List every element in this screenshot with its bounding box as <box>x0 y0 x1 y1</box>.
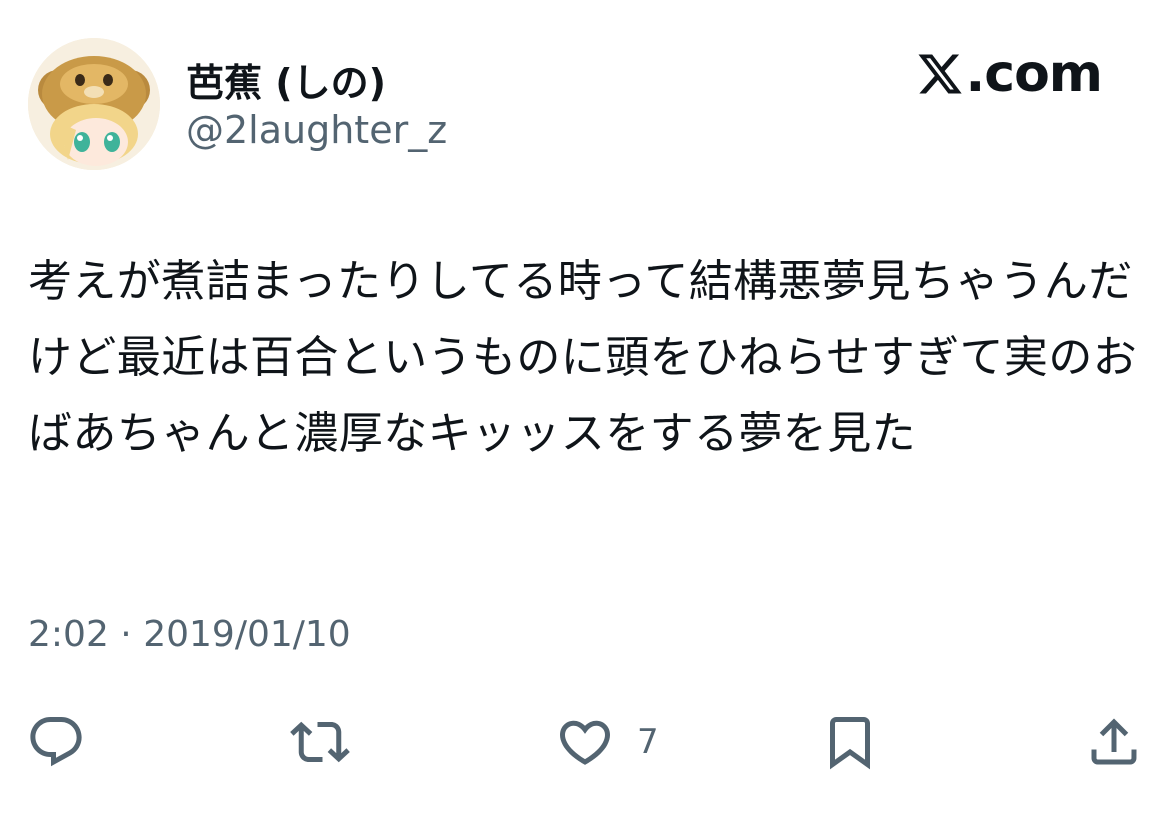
heart-icon <box>559 720 611 765</box>
bookmark-button[interactable] <box>820 712 880 772</box>
tweet-text: 考えが煮詰まったりしてる時って結構悪夢見ちゃうんだけど最近は百合というものに頭を… <box>28 256 1138 459</box>
reply-icon <box>30 717 82 767</box>
x-logo-icon <box>918 54 962 94</box>
tweet-timestamp[interactable]: 2:02 · 2019/01/10 <box>28 614 351 655</box>
reply-button[interactable] <box>26 712 86 772</box>
like-button[interactable]: 7 <box>555 712 659 772</box>
author-handle[interactable]: @2laughter_z <box>186 108 447 152</box>
share-icon <box>1091 718 1137 765</box>
share-button[interactable] <box>1084 712 1144 772</box>
retweet-icon <box>290 721 350 763</box>
avatar[interactable] <box>28 38 160 170</box>
retweet-button[interactable] <box>290 712 350 772</box>
tweet-time: 2:02 <box>28 614 109 655</box>
brand-suffix: .com <box>965 44 1103 104</box>
tweet-date: 2019/01/10 <box>143 614 351 655</box>
author-display-name[interactable]: 芭蕉 (しの) <box>186 52 386 107</box>
bookmark-icon <box>830 717 870 770</box>
like-count: 7 <box>637 722 659 762</box>
meta-separator: · <box>120 614 132 655</box>
x-com-brand: .com <box>916 44 1103 104</box>
lion-hood-avatar-icon <box>28 38 160 170</box>
